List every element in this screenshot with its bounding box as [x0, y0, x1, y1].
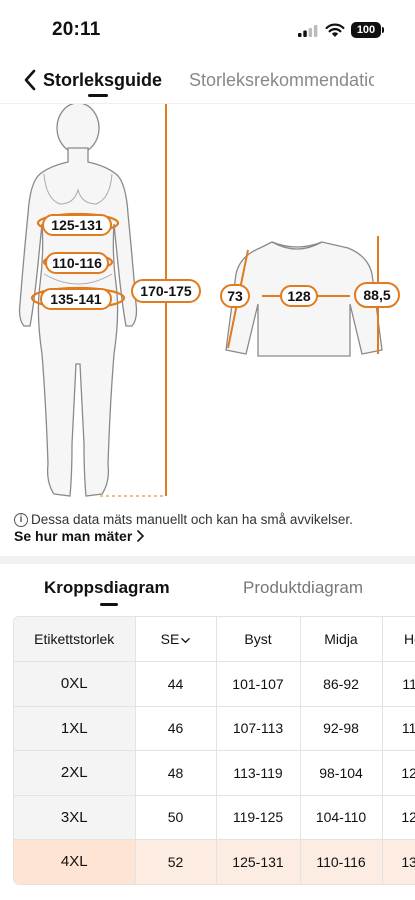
cell-bust: 113-119	[216, 750, 301, 796]
info-icon: i	[14, 512, 28, 527]
chevron-down-icon	[181, 637, 191, 644]
length-label: 88,5	[354, 282, 400, 308]
back-chevron-icon	[24, 69, 36, 91]
wifi-icon	[325, 23, 345, 37]
top-tab-bar: Storleksguide Storleksrekommendatio	[0, 58, 415, 104]
section-divider	[0, 556, 415, 564]
cell-hip: 123	[382, 750, 415, 796]
height-label: 170-175	[131, 279, 201, 303]
cell-waist: 92-98	[300, 706, 383, 751]
header-bust: Byst	[216, 617, 301, 662]
cell-size: 2XL	[14, 750, 136, 796]
table-row: 0XL 44 101-107 86-92 111	[14, 661, 415, 707]
cell-waist: 86-92	[300, 661, 383, 707]
header-waist: Midja	[300, 617, 383, 662]
battery-icon: 100	[351, 22, 384, 38]
header-hip: Hö	[382, 617, 415, 662]
signal-icon	[298, 25, 318, 37]
chart-tab-indicator	[100, 603, 118, 606]
table-header-row: Etikettstorlek SE Byst Midja Hö	[14, 617, 415, 662]
cell-hip: 129	[382, 795, 415, 840]
active-tab-indicator	[88, 94, 108, 97]
header-se[interactable]: SE	[135, 617, 217, 662]
cell-bust: 119-125	[216, 795, 301, 840]
waist-label: 110-116	[45, 252, 109, 274]
note-text: Dessa data mäts manuellt och kan ha små …	[31, 512, 353, 527]
table-row: 1XL 46 107-113 92-98 117	[14, 706, 415, 751]
cell-se: 44	[135, 661, 217, 707]
sleeve-label: 73	[220, 284, 250, 308]
measurement-note: i Dessa data mäts manuellt och kan ha sm…	[14, 512, 353, 527]
chest-label: 128	[280, 285, 318, 307]
cell-hip: 111	[382, 661, 415, 707]
how-to-measure-link[interactable]: Se hur man mäter	[14, 528, 145, 544]
tab-product-chart[interactable]: Produktdiagram	[243, 578, 363, 598]
header-label-size: Etikettstorlek	[14, 617, 136, 662]
cell-se: 50	[135, 795, 217, 840]
cell-waist: 98-104	[300, 750, 383, 796]
how-to-measure-text: Se hur man mäter	[14, 528, 133, 544]
cell-size: 4XL	[14, 839, 136, 885]
chevron-right-icon	[137, 530, 145, 542]
tab-body-chart[interactable]: Kroppsdiagram	[44, 578, 170, 598]
status-time: 20:11	[52, 19, 101, 40]
cell-size: 3XL	[14, 795, 136, 840]
cell-hip: 117	[382, 706, 415, 751]
table-row: 3XL 50 119-125 104-110 129	[14, 795, 415, 840]
table-row-highlighted: 4XL 52 125-131 110-116 135	[14, 839, 415, 885]
header-se-text: SE	[160, 631, 180, 647]
cell-se: 48	[135, 750, 217, 796]
cell-se: 52	[135, 839, 217, 885]
hip-label: 135-141	[40, 288, 112, 310]
size-table: Etikettstorlek SE Byst Midja Hö 0XL 44 1…	[14, 617, 415, 885]
tab-size-guide[interactable]: Storleksguide	[43, 70, 162, 91]
cell-waist: 110-116	[300, 839, 383, 885]
tab-size-recommendation[interactable]: Storleksrekommendatio	[189, 70, 374, 91]
cell-bust: 125-131	[216, 839, 301, 885]
cell-bust: 101-107	[216, 661, 301, 707]
back-button[interactable]	[18, 66, 42, 94]
table-row: 2XL 48 113-119 98-104 123	[14, 750, 415, 796]
size-table-container[interactable]: Etikettstorlek SE Byst Midja Hö 0XL 44 1…	[13, 616, 415, 885]
cell-se: 46	[135, 706, 217, 751]
status-bar: 20:11 100	[0, 0, 415, 58]
cell-bust: 107-113	[216, 706, 301, 751]
cell-size: 0XL	[14, 661, 136, 707]
cell-waist: 104-110	[300, 795, 383, 840]
cell-hip: 135	[382, 839, 415, 885]
bust-label: 125-131	[42, 214, 112, 236]
cell-size: 1XL	[14, 706, 136, 751]
